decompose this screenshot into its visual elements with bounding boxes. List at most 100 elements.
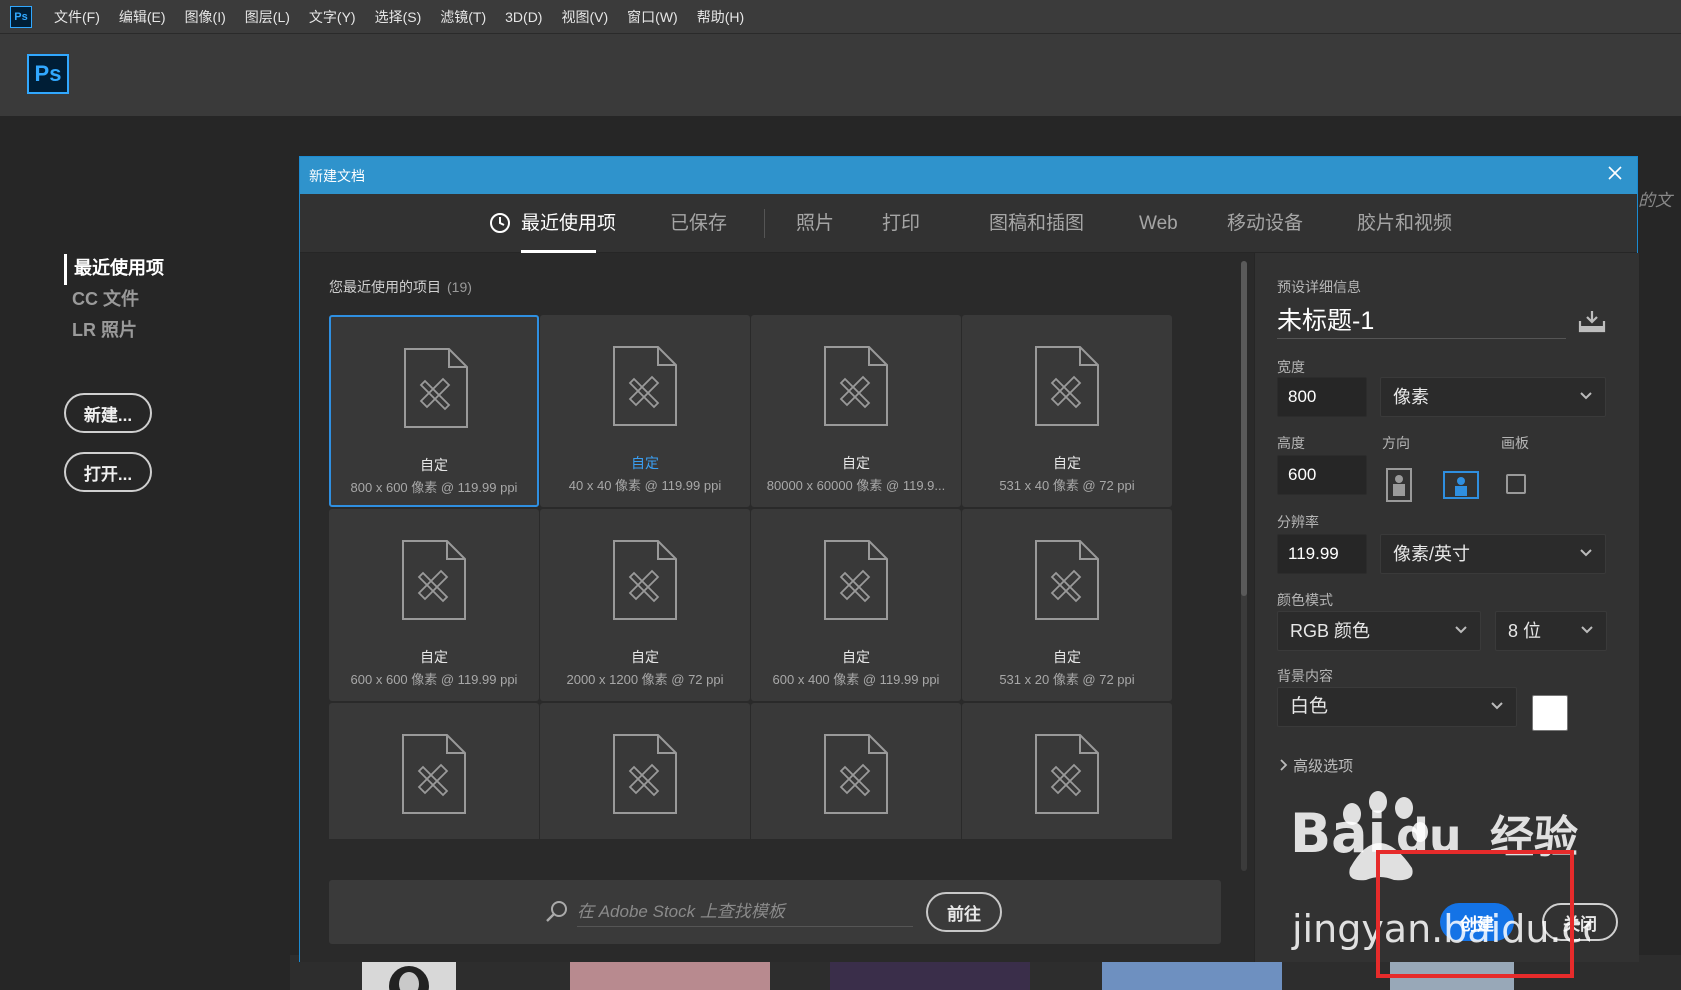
tab-label: 最近使用项 xyxy=(521,213,617,234)
width-input[interactable]: 800 xyxy=(1277,377,1367,417)
color-mode-select[interactable]: RGB 颜色 xyxy=(1277,611,1481,651)
width-unit-select[interactable]: 像素 xyxy=(1380,377,1606,417)
tab-mobile[interactable]: 移动设备 xyxy=(1227,194,1303,253)
tab-print[interactable]: 打印 xyxy=(882,194,920,253)
height-label: 高度 xyxy=(1277,435,1305,451)
menu-window[interactable]: 窗口(W) xyxy=(627,7,678,27)
tab-web[interactable]: Web xyxy=(1139,194,1178,253)
save-preset-icon[interactable] xyxy=(1578,309,1606,333)
stock-go-button[interactable]: 前往 xyxy=(926,892,1002,932)
card-name: 自定 xyxy=(1053,455,1081,471)
background-thumbnail xyxy=(570,960,770,990)
artboard-checkbox[interactable] xyxy=(1506,474,1526,494)
card-meta: 531 x 40 像素 @ 72 ppi xyxy=(999,478,1135,493)
stock-search-input[interactable] xyxy=(577,897,913,927)
menu-image[interactable]: 图像(I) xyxy=(185,7,226,27)
menu-edit[interactable]: 编辑(E) xyxy=(119,7,166,27)
advanced-options-toggle[interactable]: 高级选项 xyxy=(1279,755,1353,776)
menu-select[interactable]: 选择(S) xyxy=(375,7,422,27)
document-icon xyxy=(402,734,466,814)
recent-preset-card[interactable]: 自定 800 x 600 像素 @ 119.99 ppi xyxy=(329,315,539,507)
home-open-button[interactable]: 打开... xyxy=(64,452,152,492)
menu-view[interactable]: 视图(V) xyxy=(561,7,608,27)
resolution-input[interactable]: 119.99 xyxy=(1277,534,1367,574)
photoshop-logo: Ps xyxy=(27,54,69,94)
chevron-down-icon xyxy=(1580,392,1592,400)
recent-preset-card[interactable]: 自定 531 x 40 像素 @ 72 ppi xyxy=(962,315,1172,507)
portrait-orientation-icon[interactable] xyxy=(1381,467,1417,503)
scrollbar-thumb[interactable] xyxy=(1241,261,1247,596)
document-name-field[interactable]: 未标题-1 xyxy=(1277,303,1566,339)
tab-photo[interactable]: 照片 xyxy=(796,194,834,253)
document-icon xyxy=(1035,346,1099,426)
background-content-label: 背景内容 xyxy=(1277,668,1333,684)
document-icon xyxy=(824,346,888,426)
document-icon xyxy=(613,540,677,620)
close-icon[interactable] xyxy=(1605,165,1625,185)
recent-preset-card[interactable]: 自定 600 x 400 像素 @ 119.99 ppi xyxy=(751,509,961,701)
menu-type[interactable]: 文字(Y) xyxy=(309,7,356,27)
card-name: 自定 xyxy=(842,455,870,471)
chevron-down-icon xyxy=(1455,626,1467,634)
document-icon xyxy=(404,348,468,428)
menu-bar: Ps 文件(F) 编辑(E) 图像(I) 图层(L) 文字(Y) 选择(S) 滤… xyxy=(0,0,1681,34)
document-icon xyxy=(613,734,677,814)
menu-help[interactable]: 帮助(H) xyxy=(697,7,744,27)
recent-preset-card[interactable]: 自定 600 x 600 像素 @ 119.99 ppi xyxy=(329,509,539,701)
color-mode-value: RGB 颜色 xyxy=(1290,621,1371,641)
bit-depth-value: 8 位 xyxy=(1508,621,1542,641)
home-new-button[interactable]: 新建... xyxy=(64,393,152,433)
background-content-value: 白色 xyxy=(1290,696,1329,717)
menu-file[interactable]: 文件(F) xyxy=(54,7,100,27)
menu-3d[interactable]: 3D(D) xyxy=(505,9,542,25)
card-name: 自定 xyxy=(631,455,659,471)
clock-icon xyxy=(490,213,510,233)
document-icon xyxy=(613,346,677,426)
highlight-annotation-box xyxy=(1376,850,1574,978)
document-icon xyxy=(1035,734,1099,814)
tab-art-illustration[interactable]: 图稿和插图 xyxy=(989,194,1084,253)
tab-separator xyxy=(764,209,765,238)
home-nav-lr-photos[interactable]: LR 照片 xyxy=(64,316,164,347)
recent-preset-card[interactable]: 自定 531 x 20 像素 @ 72 ppi xyxy=(962,509,1172,701)
card-name: 自定 xyxy=(842,649,870,665)
card-meta: 800 x 600 像素 @ 119.99 ppi xyxy=(350,480,518,495)
recent-preset-card[interactable] xyxy=(962,703,1172,839)
height-input[interactable]: 600 xyxy=(1277,455,1367,495)
background-content-select[interactable]: 白色 xyxy=(1277,687,1517,727)
recent-preset-card[interactable]: 自定 2000 x 1200 像素 @ 72 ppi xyxy=(540,509,750,701)
menu-filter[interactable]: 滤镜(T) xyxy=(440,7,486,27)
card-name: 自定 xyxy=(420,649,448,665)
preset-tabs: 最近使用项 已保存 照片 打印 图稿和插图 Web 移动设备 胶片和视频 xyxy=(300,194,1637,253)
portrait-thumbnail-icon xyxy=(362,960,456,990)
recent-preset-card[interactable] xyxy=(329,703,539,839)
bit-depth-select[interactable]: 8 位 xyxy=(1495,611,1607,651)
recent-items-heading: 您最近使用的项目 (19) xyxy=(329,277,472,297)
recent-preset-card[interactable]: 自定 80000 x 60000 像素 @ 119.9... xyxy=(751,315,961,507)
menu-layer[interactable]: 图层(L) xyxy=(245,7,290,27)
chevron-down-icon xyxy=(1580,549,1592,557)
background-color-swatch[interactable] xyxy=(1532,695,1568,731)
recent-items-scrollbar[interactable] xyxy=(1241,261,1247,871)
advanced-options-label: 高级选项 xyxy=(1293,758,1354,775)
tab-film-video[interactable]: 胶片和视频 xyxy=(1357,194,1452,253)
resolution-label: 分辨率 xyxy=(1277,514,1319,530)
resolution-unit-select[interactable]: 像素/英寸 xyxy=(1380,534,1606,574)
preset-details-label: 预设详细信息 xyxy=(1277,279,1361,295)
home-nav-recent[interactable]: 最近使用项 xyxy=(64,254,164,285)
card-meta: 40 x 40 像素 @ 119.99 ppi xyxy=(568,478,722,493)
card-meta: 600 x 400 像素 @ 119.99 ppi xyxy=(772,672,940,687)
card-name: 自定 xyxy=(420,457,448,473)
width-label: 宽度 xyxy=(1277,359,1305,375)
background-thumbnail xyxy=(830,960,1030,990)
recent-preset-card[interactable] xyxy=(540,703,750,839)
recent-preset-card[interactable] xyxy=(751,703,961,839)
landscape-orientation-icon[interactable] xyxy=(1443,467,1479,503)
recent-preset-card[interactable]: 自定 40 x 40 像素 @ 119.99 ppi xyxy=(540,315,750,507)
tab-recent[interactable]: 最近使用项 xyxy=(489,194,616,253)
tab-saved[interactable]: 已保存 xyxy=(670,194,727,253)
card-meta: 80000 x 60000 像素 @ 119.9... xyxy=(766,478,946,493)
home-nav: 最近使用项 CC 文件 LR 照片 xyxy=(64,254,164,347)
card-name: 自定 xyxy=(631,649,659,665)
home-nav-cc-files[interactable]: CC 文件 xyxy=(64,285,164,316)
